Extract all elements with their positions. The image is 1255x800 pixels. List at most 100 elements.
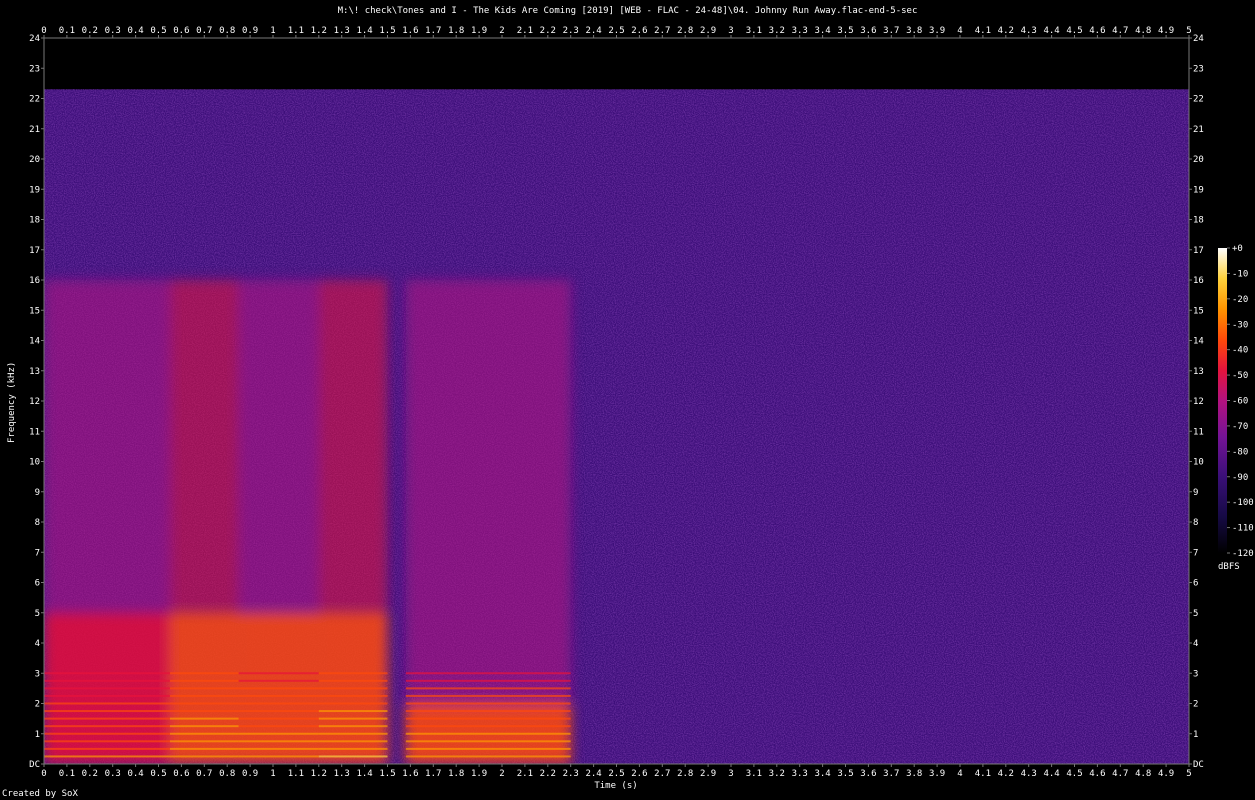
x-tick-label: 2.5	[608, 769, 624, 779]
x-tick-label: 0.1	[59, 26, 75, 36]
y-tick-label: 19	[1193, 185, 1204, 195]
colorbar	[1218, 248, 1227, 553]
harmonic-line	[405, 747, 571, 750]
y-tick-label: 1	[1193, 730, 1198, 740]
y-tick-label: 22	[1193, 95, 1204, 105]
x-tick-label: 2.7	[654, 769, 670, 779]
x-tick-label: 2.7	[654, 26, 670, 36]
y-tick-label: 13	[29, 367, 40, 377]
x-tick-label: 4.5	[1066, 769, 1082, 779]
harmonic-line	[405, 672, 571, 675]
y-tick-label: DC	[29, 760, 40, 770]
colorbar-tick-label: -50	[1232, 371, 1248, 381]
colorbar-tick-label: -10	[1232, 269, 1248, 279]
x-tick-label: 2.2	[540, 26, 556, 36]
x-tick-label: 4.4	[1043, 26, 1059, 36]
x-tick-label: 4.6	[1089, 769, 1105, 779]
x-tick-label: 2.6	[631, 769, 647, 779]
y-tick-label: 9	[35, 488, 40, 498]
x-tick-label: 0.9	[242, 26, 258, 36]
x-tick-label: 0.5	[150, 769, 166, 779]
harmonic-line	[44, 694, 170, 697]
colorbar-tick-label: -80	[1232, 447, 1248, 457]
harmonic-line	[405, 755, 571, 758]
x-tick-label: 4.9	[1158, 26, 1174, 36]
x-tick-label: 1.7	[425, 26, 441, 36]
x-tick-label: 2.1	[517, 26, 533, 36]
x-tick-label: 2	[499, 769, 504, 779]
harmonic-line	[238, 672, 319, 675]
x-tick-label: 1.1	[288, 769, 304, 779]
x-tick-label: 2.4	[585, 26, 601, 36]
y-tick-label: 7	[1193, 548, 1198, 558]
harmonic-line	[405, 717, 571, 720]
y-tick-label: 1	[35, 730, 40, 740]
harmonic-line	[169, 710, 239, 713]
colorbar-tick-label: -90	[1232, 473, 1248, 483]
x-tick-label: 4	[957, 769, 962, 779]
x-tick-label: 4.3	[1021, 26, 1037, 36]
y-tick-label: 23	[29, 64, 40, 74]
colorbar-tick-label: -70	[1232, 422, 1248, 432]
x-tick-label: 3.5	[837, 26, 853, 36]
x-tick-label: 1.7	[425, 769, 441, 779]
x-tick-label: 2.3	[563, 769, 579, 779]
x-tick-label: 2.1	[517, 769, 533, 779]
y-tick-label: 17	[1193, 246, 1204, 256]
harmonic-line	[405, 732, 571, 735]
harmonic-line	[318, 687, 388, 690]
x-tick-label: 0.7	[196, 26, 212, 36]
x-tick-label: 0.6	[173, 769, 189, 779]
x-tick-label: 0	[41, 26, 46, 36]
energy-band-high	[405, 280, 571, 704]
harmonic-line	[44, 679, 170, 682]
y-axis-label: Frequency (kHz)	[7, 361, 17, 443]
x-tick-label: 4.8	[1135, 26, 1151, 36]
x-tick-label: 0.3	[105, 26, 121, 36]
x-tick-label: 2	[499, 26, 504, 36]
y-tick-label: 12	[29, 397, 40, 407]
x-tick-label: 1.8	[448, 769, 464, 779]
harmonic-line	[169, 717, 239, 720]
harmonic-line	[405, 679, 571, 682]
y-tick-label: DC	[1193, 760, 1204, 770]
harmonic-line	[318, 717, 388, 720]
x-tick-label: 3.3	[792, 26, 808, 36]
y-tick-label: 14	[1193, 337, 1204, 347]
x-tick-label: 4.5	[1066, 26, 1082, 36]
harmonic-line	[318, 740, 388, 743]
harmonic-line	[318, 725, 388, 728]
x-tick-label: 1.4	[356, 769, 372, 779]
x-tick-label: 4.1	[975, 26, 991, 36]
harmonic-line	[318, 747, 388, 750]
harmonic-line	[44, 672, 170, 675]
x-tick-label: 0.3	[105, 769, 121, 779]
harmonic-line	[169, 694, 239, 697]
x-tick-label: 4.4	[1043, 769, 1059, 779]
x-tick-label: 3	[728, 26, 733, 36]
harmonic-line	[405, 725, 571, 728]
x-tick-label: 0.8	[219, 769, 235, 779]
x-tick-label: 2.9	[700, 26, 716, 36]
harmonic-line	[405, 710, 571, 713]
harmonic-line	[238, 740, 319, 743]
harmonic-line	[169, 732, 239, 735]
x-tick-label: 1.6	[402, 26, 418, 36]
y-tick-label: 11	[29, 427, 40, 437]
x-tick-label: 3.8	[906, 769, 922, 779]
x-tick-label: 4.2	[998, 26, 1014, 36]
x-tick-label: 4	[957, 26, 962, 36]
x-tick-label: 0.1	[59, 769, 75, 779]
harmonic-line	[238, 694, 319, 697]
y-tick-label: 4	[1193, 639, 1198, 649]
x-tick-label: 5	[1186, 26, 1191, 36]
y-tick-label: 20	[29, 155, 40, 165]
x-tick-label: 4.8	[1135, 769, 1151, 779]
x-tick-label: 1.9	[471, 769, 487, 779]
y-tick-label: 17	[29, 246, 40, 256]
colorbar-unit: dBFS	[1218, 562, 1240, 572]
y-tick-label: 19	[29, 185, 40, 195]
x-tick-label: 0.5	[150, 26, 166, 36]
energy-band-high	[44, 280, 170, 613]
y-tick-label: 16	[1193, 276, 1204, 286]
